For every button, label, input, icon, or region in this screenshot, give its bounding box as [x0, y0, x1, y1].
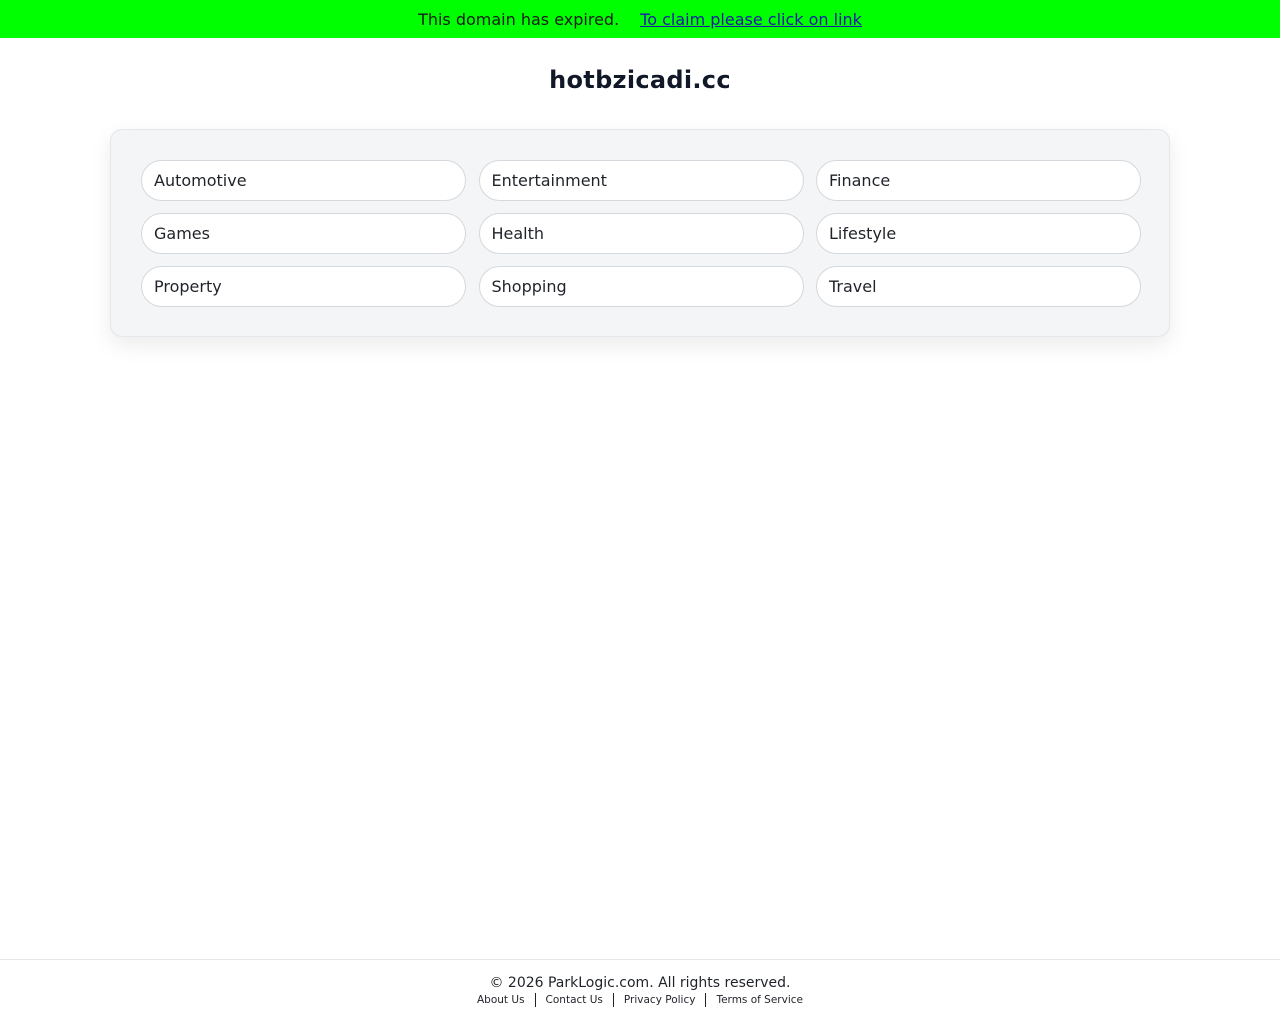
- terms-of-service-link[interactable]: Terms of Service: [716, 994, 803, 1006]
- category-grid: Automotive Entertainment Finance Games H…: [141, 160, 1141, 307]
- expired-banner: This domain has expired. To claim please…: [0, 0, 1280, 38]
- about-us-link[interactable]: About Us: [477, 994, 525, 1006]
- link-divider: [534, 993, 536, 1007]
- category-travel[interactable]: Travel: [816, 266, 1141, 307]
- category-card: Automotive Entertainment Finance Games H…: [110, 129, 1170, 337]
- category-games[interactable]: Games: [141, 213, 466, 254]
- category-health[interactable]: Health: [478, 213, 804, 254]
- link-divider: [705, 993, 707, 1007]
- category-finance[interactable]: Finance: [816, 160, 1141, 201]
- category-shopping[interactable]: Shopping: [478, 266, 804, 307]
- contact-us-link[interactable]: Contact Us: [546, 994, 603, 1006]
- category-lifestyle[interactable]: Lifestyle: [816, 213, 1141, 254]
- category-entertainment[interactable]: Entertainment: [478, 160, 804, 201]
- domain-title: hotbzicadi.cc: [549, 66, 731, 94]
- footer: © 2026 ParkLogic.com. All rights reserve…: [0, 959, 1280, 1024]
- footer-links: About Us Contact Us Privacy Policy Terms…: [0, 993, 1280, 1007]
- expired-message: This domain has expired.: [418, 9, 620, 29]
- category-property[interactable]: Property: [141, 266, 466, 307]
- claim-link[interactable]: To claim please click on link: [640, 10, 862, 29]
- privacy-policy-link[interactable]: Privacy Policy: [624, 994, 696, 1006]
- link-divider: [612, 993, 614, 1007]
- copyright-text: © 2026 ParkLogic.com. All rights reserve…: [489, 975, 791, 991]
- category-automotive[interactable]: Automotive: [141, 160, 466, 201]
